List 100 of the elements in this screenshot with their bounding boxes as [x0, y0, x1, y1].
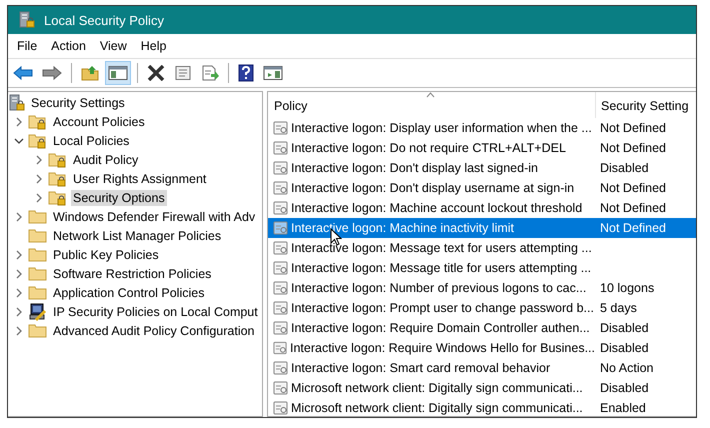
- action-pane-icon: [263, 65, 283, 81]
- policy-name: Interactive logon: Don't display last signed-in: [291, 161, 538, 175]
- setting-value: Disabled: [599, 161, 649, 175]
- tree-item[interactable]: Network List Manager Policies: [51, 228, 224, 244]
- policy-icon: [273, 240, 289, 256]
- export-list-icon: [201, 65, 219, 81]
- policy-icon: [273, 140, 289, 156]
- setting-value: No Action: [599, 361, 654, 375]
- setting-value: Disabled: [599, 321, 649, 335]
- tree-item[interactable]: Public Key Policies: [51, 246, 161, 262]
- policy-row[interactable]: Interactive logon: Prompt user to change password b... 5 days: [268, 298, 696, 318]
- setting-value: Disabled: [599, 341, 649, 355]
- policy-icon: [273, 120, 289, 136]
- policy-name: Microsoft network client: Digitally sign communicati...: [291, 381, 583, 395]
- policy-name: Microsoft network client: Digitally sign communicati...: [291, 401, 583, 415]
- tree-item[interactable]: Windows Defender Firewall with Adv: [51, 208, 258, 224]
- policy-row[interactable]: Interactive logon: Message text for users attempting ...: [268, 238, 696, 258]
- policy-row[interactable]: Interactive logon: Smart card removal behavior No Action: [268, 358, 696, 378]
- policy-row[interactable]: Microsoft network client: Digitally sign communicati... Enabled: [268, 398, 696, 416]
- locked-folder-icon: [28, 132, 48, 150]
- folder-icon: [28, 264, 48, 282]
- folder-up-icon: [81, 65, 99, 81]
- menu-item[interactable]: View: [92, 36, 134, 56]
- policy-row[interactable]: Interactive logon: Don't display last signed-in Disabled: [268, 158, 696, 178]
- help-icon: [238, 64, 254, 82]
- tree-item[interactable]: Account Policies: [51, 114, 147, 130]
- policy-row[interactable]: Interactive logon: Number of previous logons to cac... 10 logons: [268, 278, 696, 298]
- properties-icon: [174, 65, 192, 81]
- policy-row[interactable]: Interactive logon: Require Windows Hello for Busines... Disabled: [268, 338, 696, 358]
- policy-icon: [273, 260, 289, 276]
- tree-item[interactable]: IP Security Policies on Local Comput: [51, 304, 260, 320]
- column-header[interactable]: Security Setting: [595, 92, 696, 118]
- policy-icon: [273, 400, 289, 416]
- policy-row[interactable]: Interactive logon: Do not require CTRL+ALT+DEL Not Defined: [268, 138, 696, 158]
- folder-icon: [28, 284, 48, 302]
- policy-row[interactable]: Interactive logon: Require Domain Controller authen... Disabled: [268, 318, 696, 338]
- policy-icon: [273, 280, 289, 296]
- policy-icon: [273, 300, 289, 316]
- setting-value: Not Defined: [599, 201, 666, 215]
- tree-item[interactable]: Audit Policy: [71, 152, 140, 168]
- expand-chevron-icon[interactable]: [15, 306, 23, 316]
- collapse-chevron-icon[interactable]: [14, 136, 24, 144]
- tree-button[interactable]: [105, 61, 131, 85]
- policy-name: Interactive logon: Number of previous logons to cac...: [291, 281, 586, 295]
- expand-chevron-icon[interactable]: [35, 192, 43, 202]
- policy-name: Interactive logon: Message text for users attempting ...: [291, 241, 592, 255]
- policy-name: Interactive logon: Do not require CTRL+ALT+DEL: [291, 141, 566, 155]
- forward-arrow-icon: [42, 65, 62, 81]
- expand-chevron-icon[interactable]: [35, 154, 43, 164]
- computer-key-icon: [28, 302, 48, 320]
- tree-item[interactable]: User Rights Assignment: [71, 170, 208, 186]
- locked-folder-icon: [48, 188, 68, 206]
- window-title: Local Security Policy: [44, 12, 164, 28]
- policy-icon: [273, 380, 289, 396]
- delete-icon: [147, 65, 165, 81]
- folder-icon: [28, 322, 48, 340]
- policy-row[interactable]: Interactive logon: Machine account lockout threshold Not Defined: [268, 198, 696, 218]
- policy-name: Interactive logon: Don't display username at sign-in: [291, 181, 574, 195]
- policy-name: Interactive logon: Machine inactivity limit: [291, 221, 514, 235]
- tree-item[interactable]: Software Restriction Policies: [51, 266, 214, 282]
- tree-item[interactable]: Security Options: [71, 190, 167, 206]
- policy-icon: [273, 340, 288, 356]
- policy-row[interactable]: Interactive logon: Display user information when the ... Not Defined: [268, 118, 696, 138]
- policy-icon: [273, 320, 289, 336]
- expand-chevron-icon[interactable]: [15, 212, 23, 222]
- expand-chevron-icon[interactable]: [15, 288, 23, 298]
- locked-folder-icon: [48, 170, 68, 188]
- tree-item[interactable]: Local Policies: [51, 132, 132, 148]
- folder-icon: [28, 208, 48, 226]
- expand-chevron-icon[interactable]: [15, 116, 23, 126]
- setting-value: Not Defined: [599, 141, 666, 155]
- policy-icon: [273, 200, 289, 216]
- expand-chevron-icon[interactable]: [15, 268, 23, 278]
- policy-name: Interactive logon: Prompt user to change password b...: [291, 301, 594, 315]
- policy-name: Interactive logon: Require Windows Hello for Busines...: [290, 341, 595, 355]
- expand-chevron-icon[interactable]: [35, 174, 43, 184]
- policy-name: Interactive logon: Machine account lockout threshold: [291, 201, 582, 215]
- locked-folder-icon: [28, 112, 48, 130]
- column-header[interactable]: Policy: [268, 92, 595, 118]
- setting-value: Not Defined: [599, 121, 666, 135]
- policy-name: Interactive logon: Message title for users attempting ...: [291, 261, 592, 275]
- policy-row[interactable]: Interactive logon: Message title for users attempting ...: [268, 258, 696, 278]
- menu-item[interactable]: File: [10, 36, 44, 56]
- policy-row[interactable]: Interactive logon: Machine inactivity limit Not Defined: [268, 218, 696, 238]
- policy-row[interactable]: Interactive logon: Don't display username at sign-in Not Defined: [268, 178, 696, 198]
- menu-item[interactable]: Action: [44, 36, 93, 56]
- tree-item[interactable]: Application Control Policies: [51, 284, 206, 300]
- policy-row[interactable]: Microsoft network client: Digitally sign communicati... Disabled: [268, 378, 696, 398]
- tree-pane-icon: [108, 65, 128, 81]
- expand-chevron-icon[interactable]: [15, 250, 23, 260]
- tree-item[interactable]: Advanced Audit Policy Configuration: [51, 322, 257, 338]
- policy-icon: [273, 160, 289, 176]
- menu-item[interactable]: Help: [134, 36, 174, 56]
- tree-item[interactable]: Security Settings: [29, 94, 127, 110]
- policy-name: Interactive logon: Display user information when the ...: [291, 121, 592, 135]
- expand-chevron-icon[interactable]: [15, 326, 23, 336]
- app-icon: [18, 11, 36, 29]
- setting-value: Enabled: [599, 401, 646, 415]
- policy-name: Interactive logon: Require Domain Controller authen...: [291, 321, 590, 335]
- setting-value: 10 logons: [599, 281, 654, 295]
